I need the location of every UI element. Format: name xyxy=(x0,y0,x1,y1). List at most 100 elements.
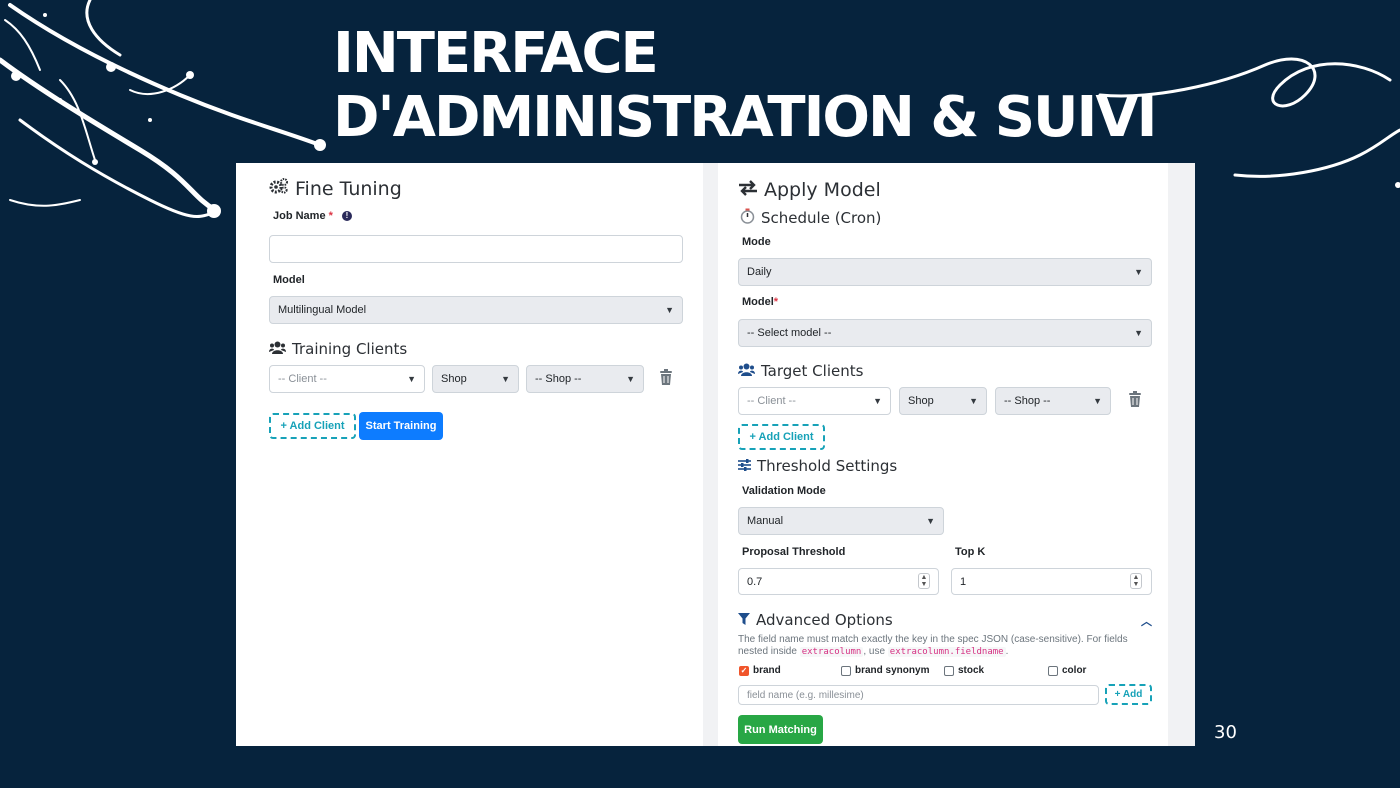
field-checkbox-stock[interactable]: stock xyxy=(944,665,984,676)
field-checkbox-color[interactable]: color xyxy=(1048,665,1086,676)
ft-model-select[interactable]: Multilingual Model ▼ xyxy=(269,296,683,324)
proposal-threshold-value: 0.7 xyxy=(747,575,763,588)
top-k-input[interactable]: 1 xyxy=(951,568,1152,595)
proposal-threshold-input[interactable]: 0.7 xyxy=(738,568,939,595)
field-checkbox-brand[interactable]: ✓ brand xyxy=(739,665,781,676)
am-model-label-row: Model* xyxy=(742,296,778,308)
chevron-down-icon: ▼ xyxy=(665,305,674,315)
threshold-heading: Threshold Settings xyxy=(738,457,897,475)
field-label-brand: brand xyxy=(753,665,781,676)
ft-shop-placeholder: -- Shop -- xyxy=(535,373,582,385)
required-mark: * xyxy=(328,210,333,222)
checkbox-icon[interactable] xyxy=(1048,665,1058,676)
start-training-button[interactable]: Start Training xyxy=(359,412,443,440)
trash-icon[interactable] xyxy=(1128,391,1142,408)
am-shop-select[interactable]: -- Shop -- ▼ xyxy=(995,387,1111,415)
field-label-brand-synonym: brand synonym xyxy=(855,665,930,676)
am-model-label: Model xyxy=(742,296,774,308)
stopwatch-icon xyxy=(740,208,755,228)
threshold-stepper-icon[interactable]: ▲ ▼ xyxy=(918,573,930,589)
chevron-down-icon: ▼ xyxy=(926,516,935,526)
help-code-2: extracolumn.fieldname xyxy=(887,647,1006,657)
required-mark: * xyxy=(773,296,779,308)
target-clients-heading: Target Clients xyxy=(738,362,863,380)
proposal-threshold-label: Proposal Threshold xyxy=(742,546,846,558)
am-model-placeholder: -- Select model -- xyxy=(747,327,832,339)
checkbox-checked-icon[interactable]: ✓ xyxy=(739,665,749,676)
page-number: 30 xyxy=(1214,722,1237,743)
threshold-title: Threshold Settings xyxy=(757,457,898,475)
checkbox-icon[interactable] xyxy=(944,665,954,676)
chevron-down-icon: ▼ xyxy=(501,374,510,384)
info-icon[interactable]: ! xyxy=(341,211,352,222)
ft-shop-type-value: Shop xyxy=(441,373,467,385)
field-checkbox-brand-synonym[interactable]: brand synonym xyxy=(841,665,929,676)
chevron-down-icon: ▼ xyxy=(1134,267,1143,277)
mode-label: Mode xyxy=(742,236,771,248)
users-icon xyxy=(738,362,755,380)
top-k-label: Top K xyxy=(955,546,986,558)
am-client-select[interactable]: -- Client -- ▼ xyxy=(738,387,891,415)
right-gutter xyxy=(1168,163,1195,746)
job-name-input[interactable] xyxy=(269,235,683,263)
add-field-button[interactable]: + Add xyxy=(1105,684,1152,705)
job-name-label-row: Job Name * ! xyxy=(273,210,352,222)
am-add-client-button[interactable]: + Add Client xyxy=(738,424,825,450)
help-code-1: extracolumn xyxy=(799,647,864,657)
help-text-2: , use xyxy=(863,646,886,657)
filter-icon xyxy=(738,611,750,629)
caret-down-icon: ▼ xyxy=(873,396,882,406)
users-icon xyxy=(269,340,286,358)
cogs-icon xyxy=(269,177,289,200)
ft-model-value: Multilingual Model xyxy=(278,304,367,316)
am-model-select[interactable]: -- Select model -- ▼ xyxy=(738,319,1152,347)
slide-title: INTERFACE D'ADMINISTRATION & SUIVI xyxy=(333,21,1158,150)
chevron-down-icon: ▼ xyxy=(1093,396,1102,406)
target-clients-title: Target Clients xyxy=(761,362,864,380)
field-name-input[interactable]: field name (e.g. millesime) xyxy=(738,685,1099,705)
checkbox-icon[interactable] xyxy=(841,665,851,676)
slide-title-line-1: INTERFACE xyxy=(333,21,659,86)
run-matching-button[interactable]: Run Matching xyxy=(738,715,823,744)
validation-mode-value: Manual xyxy=(747,515,784,527)
sliders-icon xyxy=(738,457,751,475)
chevron-up-icon[interactable]: ︿ xyxy=(1141,613,1152,629)
ft-client-placeholder: -- Client -- xyxy=(278,373,327,385)
ft-model-label: Model xyxy=(273,274,305,286)
ft-add-client-button[interactable]: + Add Client xyxy=(269,413,356,439)
apply-model-heading: Apply Model xyxy=(738,179,881,201)
am-shop-type-select[interactable]: Shop ▼ xyxy=(899,387,987,415)
top-k-stepper-icon[interactable]: ▲ ▼ xyxy=(1130,573,1142,589)
chevron-down-icon: ▼ xyxy=(969,396,978,406)
training-clients-heading: Training Clients xyxy=(269,340,407,358)
slide-title-line-2: D'ADMINISTRATION & SUIVI xyxy=(333,85,1158,150)
training-clients-title: Training Clients xyxy=(292,340,408,358)
validation-mode-select[interactable]: Manual ▼ xyxy=(738,507,944,535)
ft-shop-select[interactable]: -- Shop -- ▼ xyxy=(526,365,644,393)
am-shop-placeholder: -- Shop -- xyxy=(1004,395,1051,407)
top-k-value: 1 xyxy=(960,575,967,588)
mode-value: Daily xyxy=(747,266,772,278)
schedule-heading: Schedule (Cron) xyxy=(740,208,881,228)
field-name-placeholder: field name (e.g. millesime) xyxy=(747,689,864,701)
am-client-placeholder: -- Client -- xyxy=(747,395,796,407)
job-name-label: Job Name xyxy=(273,210,326,222)
advanced-options-heading[interactable]: Advanced Options xyxy=(738,611,893,629)
ft-client-select[interactable]: -- Client -- ▼ xyxy=(269,365,425,393)
ft-shop-type-select[interactable]: Shop ▼ xyxy=(432,365,519,393)
app-screenshot: Fine Tuning Job Name * ! Model Multiling… xyxy=(236,163,1195,746)
chevron-down-icon: ▼ xyxy=(1134,328,1143,338)
schedule-title: Schedule (Cron) xyxy=(761,209,882,227)
trash-icon[interactable] xyxy=(659,369,673,386)
field-label-stock: stock xyxy=(958,665,985,676)
am-shop-type-value: Shop xyxy=(908,395,934,407)
fine-tuning-heading: Fine Tuning xyxy=(269,177,402,200)
mode-select[interactable]: Daily ▼ xyxy=(738,258,1152,286)
exchange-icon xyxy=(738,179,758,201)
advanced-options-title: Advanced Options xyxy=(756,611,893,629)
apply-model-title: Apply Model xyxy=(764,179,881,201)
fine-tuning-title: Fine Tuning xyxy=(295,177,402,200)
advanced-help-text: The field name must match exactly the ke… xyxy=(738,634,1158,658)
chevron-down-icon: ▼ xyxy=(626,374,635,384)
validation-mode-label: Validation Mode xyxy=(742,485,826,497)
